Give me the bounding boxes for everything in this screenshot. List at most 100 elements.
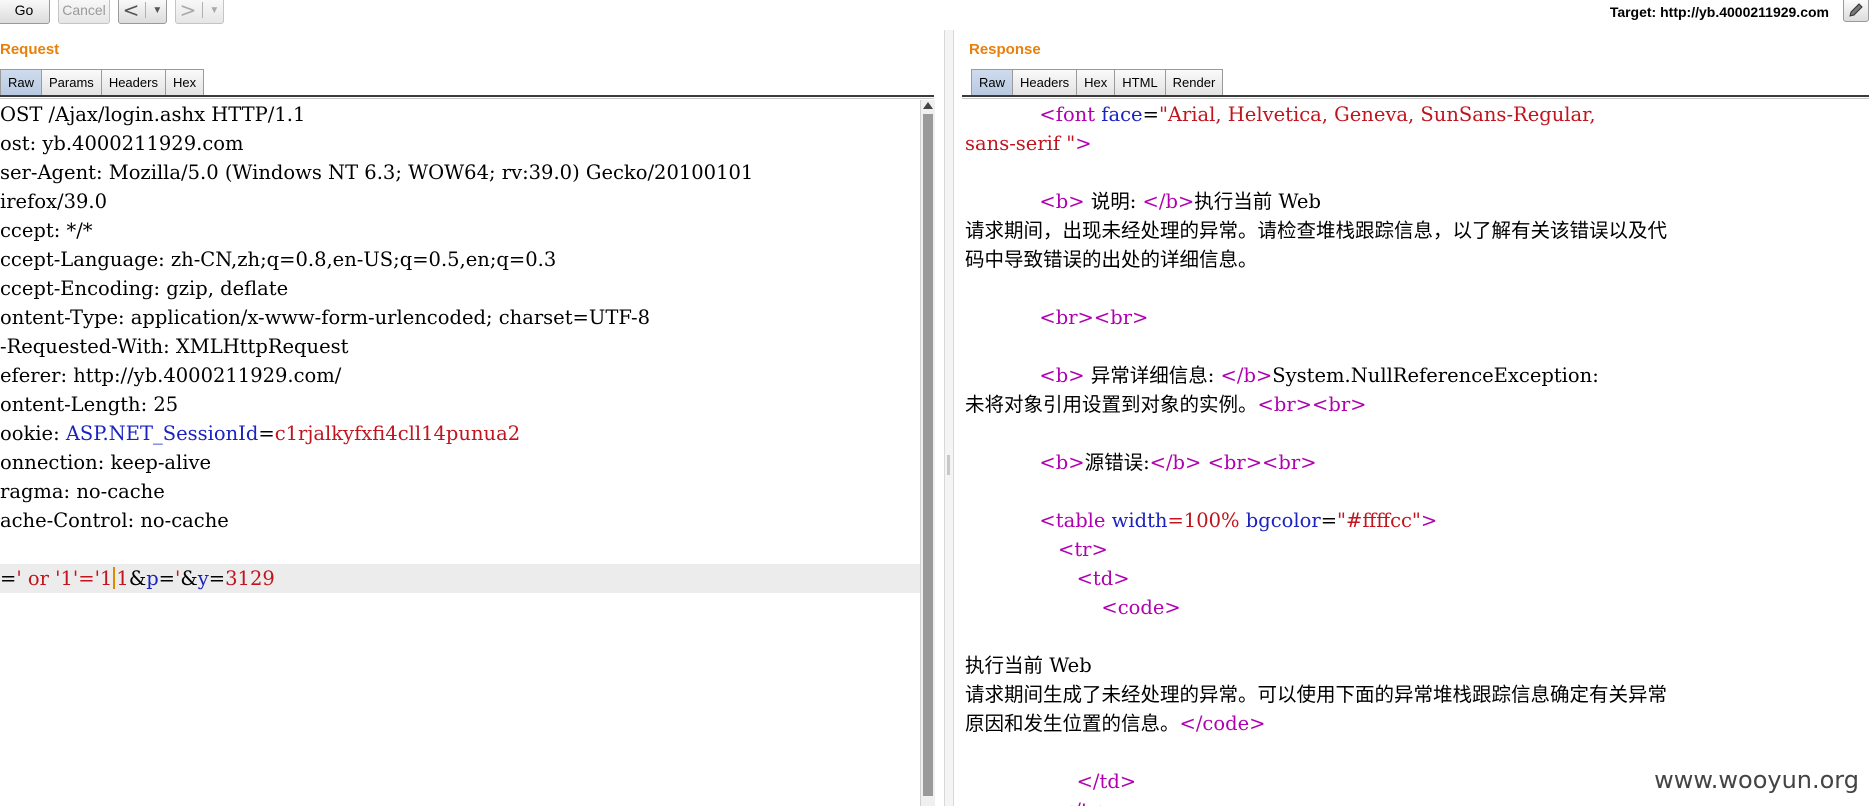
response-token (965, 799, 1058, 806)
response-token: <br><br> (1257, 393, 1367, 416)
request-token: & (180, 567, 198, 590)
response-token: 执行当前 Web (965, 654, 1092, 677)
response-token: "Arial, Helvetica, Geneva, SunSans-Regul… (1158, 103, 1596, 126)
response-token (965, 770, 1077, 793)
request-token: & (128, 567, 147, 590)
response-tab-headers[interactable]: Headers (1012, 69, 1077, 95)
response-tab-html[interactable]: HTML (1114, 69, 1165, 95)
response-token: </td> (1076, 770, 1137, 793)
request-line (0, 535, 925, 564)
request-token: c1rjalkyfxfi4cll14punua2 (274, 422, 521, 445)
response-tab-render[interactable]: Render (1164, 69, 1224, 95)
request-line: ccept-Encoding: gzip, deflate (0, 274, 925, 303)
scroll-up-icon[interactable] (923, 102, 933, 109)
request-token: ccept-Language: zh-CN,zh;q=0.8,en-US;q=0… (0, 248, 557, 271)
request-token: = (208, 567, 226, 590)
response-token: </tr> (1058, 799, 1114, 806)
request-tab-params[interactable]: Params (41, 69, 101, 95)
response-line: <b> 异常详细信息: </b>System.NullReferenceExce… (965, 361, 1869, 390)
request-token: irefox/39.0 (0, 190, 108, 213)
splitter-grip-icon (947, 455, 950, 475)
response-token: = (1320, 509, 1338, 532)
response-line: sans-serif "> (965, 129, 1869, 158)
request-line: ache-Control: no-cache (0, 506, 925, 535)
request-tab-raw[interactable]: Raw (0, 69, 42, 95)
response-token (965, 538, 1058, 561)
response-token: <tr> (1057, 538, 1108, 561)
response-line (965, 274, 1869, 303)
go-button-label: Go (14, 2, 34, 18)
request-tab-divider (0, 95, 934, 97)
pencil-icon (1849, 3, 1863, 17)
request-token: OST /Ajax/login.ashx HTTP/1.1 (0, 103, 306, 126)
response-token: 源错误: (1084, 451, 1150, 474)
request-token: ache-Control: no-cache (0, 509, 229, 532)
request-tab-headers[interactable]: Headers (100, 69, 165, 95)
target-url: http://yb.4000211929.com (1660, 4, 1829, 20)
go-button[interactable]: Go (0, 0, 50, 24)
response-token: 异常详细信息: (1084, 364, 1221, 387)
cancel-button[interactable]: Cancel (58, 0, 110, 24)
request-line: ragma: no-cache (0, 477, 925, 506)
request-line: ontent-Type: application/x-www-form-urle… (0, 303, 925, 332)
response-title: Response (969, 41, 1041, 58)
request-tab-hex[interactable]: Hex (164, 69, 205, 95)
response-tab-divider (962, 95, 1869, 97)
request-scrollbar[interactable] (920, 100, 935, 806)
request-title: Request (0, 41, 60, 58)
request-token: ' or '1'='1 (16, 567, 113, 590)
response-token (965, 567, 1077, 590)
forward-separator (202, 2, 204, 18)
response-token: "#ffffcc" (1337, 509, 1421, 532)
response-token: width (1111, 509, 1168, 532)
scrollbar-thumb[interactable] (923, 114, 933, 796)
back-arrow-icon: < (122, 0, 140, 22)
edit-target-button[interactable] (1843, 0, 1869, 22)
request-line: ccept-Language: zh-CN,zh;q=0.8,en-US;q=0… (0, 245, 925, 274)
request-token: -Requested-With: XMLHttpRequest (0, 335, 349, 358)
request-token: ccept-Encoding: gzip, deflate (0, 277, 289, 300)
request-token: ontent-Length: 25 (0, 393, 179, 416)
target-display: Target: http://yb.4000211929.com (1610, 4, 1829, 20)
back-button[interactable]: < ▼ (118, 0, 167, 24)
response-line: </tr> (965, 796, 1869, 806)
request-token: ccept: */* (0, 219, 93, 242)
response-line (965, 419, 1869, 448)
response-line (965, 332, 1869, 361)
panel-splitter[interactable] (944, 30, 954, 806)
response-line: <b>源错误:</b> <br><br> (965, 448, 1869, 477)
forward-button[interactable]: > ▼ (175, 0, 224, 24)
response-token: <br><br> (1207, 451, 1317, 474)
response-tab-raw[interactable]: Raw (971, 69, 1013, 95)
response-tab-hex[interactable]: Hex (1076, 69, 1115, 95)
response-editor[interactable]: <font face="Arial, Helvetica, Geneva, Su… (965, 100, 1869, 806)
request-line: OST /Ajax/login.ashx HTTP/1.1 (0, 100, 925, 129)
response-token: > (1420, 509, 1438, 532)
response-token: <b> (1039, 190, 1085, 213)
request-token: ser-Agent: Mozilla/5.0 (Windows NT 6.3; … (0, 161, 754, 184)
request-line: -Requested-With: XMLHttpRequest (0, 332, 925, 361)
response-line: 未将对象引用设置到对象的实例。<br><br> (965, 390, 1869, 419)
response-token (965, 451, 1039, 474)
response-token: </b> (1142, 190, 1195, 213)
response-token: bgcolor (1245, 509, 1321, 532)
response-token: sans-serif " (965, 132, 1076, 155)
response-token: 未将对象引用设置到对象的实例。 (965, 393, 1258, 416)
request-editor[interactable]: OST /Ajax/login.ashx HTTP/1.1 ost: yb.400… (0, 100, 925, 806)
back-dropdown-icon[interactable]: ▼ (152, 5, 162, 16)
request-token: 3129 (225, 567, 275, 590)
response-line: <tr> (965, 535, 1869, 564)
forward-arrow-icon: > (179, 0, 197, 22)
request-line: irefox/39.0 (0, 187, 925, 216)
response-token: <td> (1076, 567, 1130, 590)
response-token: <br><br> (1039, 306, 1149, 329)
response-tabs: Raw Headers Hex HTML Render (971, 69, 1224, 95)
request-tab-divider-shadow (0, 98, 934, 99)
response-token (965, 364, 1039, 387)
response-token: </code> (1179, 712, 1266, 735)
request-line: ost: yb.4000211929.com (0, 129, 925, 158)
response-token: <b> (1039, 364, 1085, 387)
response-line: 请求期间生成了未经处理的异常。可以使用下面的异常堆栈跟踪信息确定有关异常 (965, 680, 1869, 709)
response-token: 原因和发生位置的信息。 (965, 712, 1180, 735)
forward-dropdown-icon[interactable]: ▼ (209, 5, 219, 16)
